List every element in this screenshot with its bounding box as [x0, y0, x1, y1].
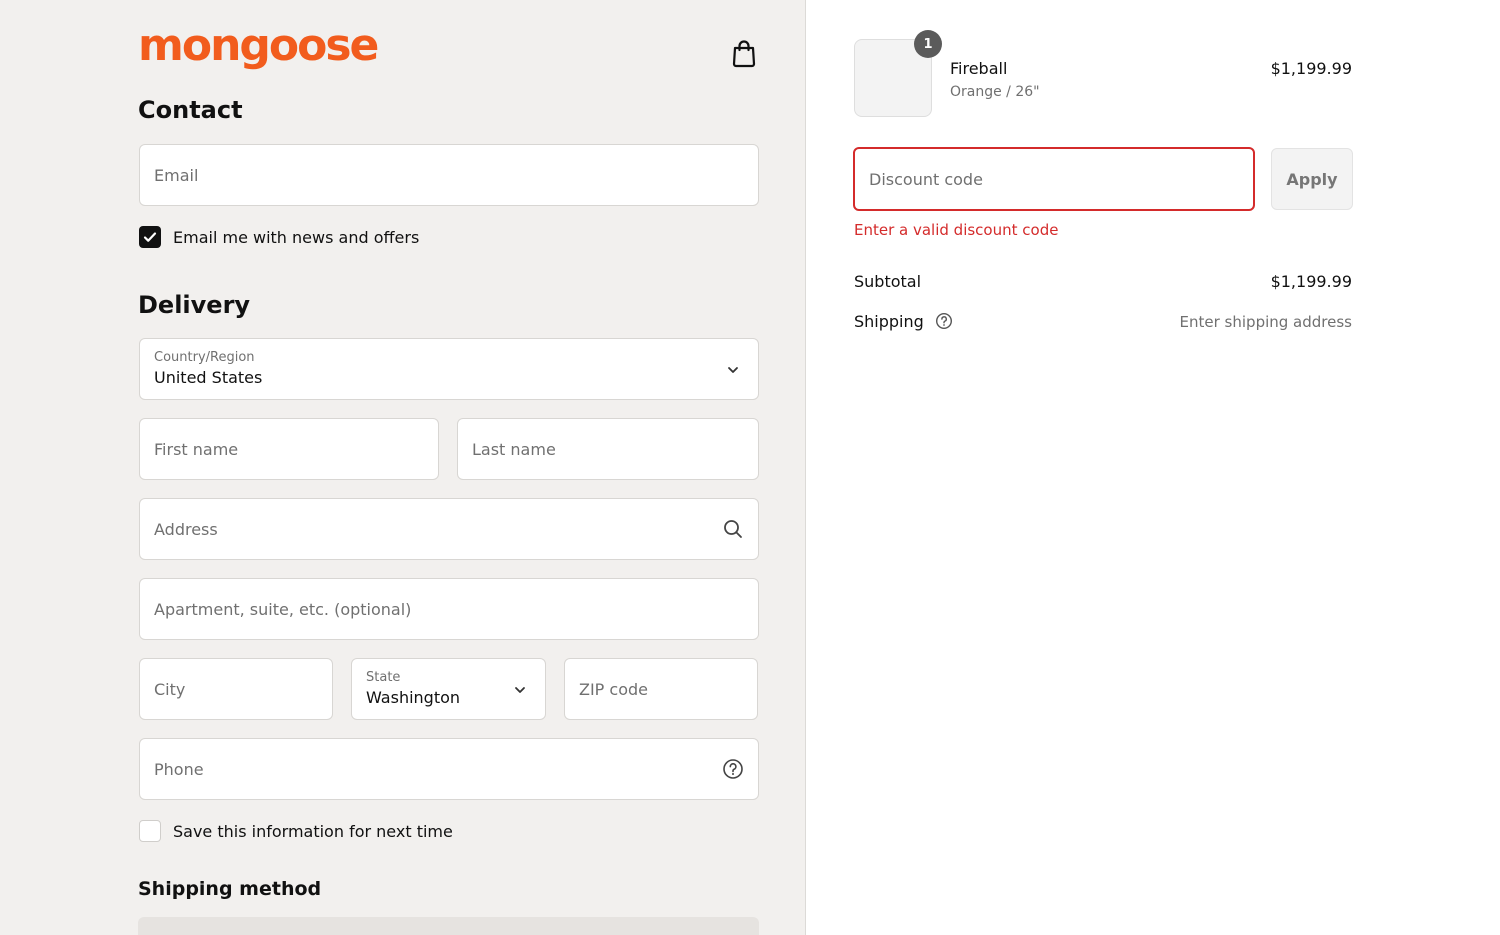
save-info-checkbox[interactable] — [139, 820, 161, 842]
chevron-down-icon — [515, 687, 525, 693]
brand-logo[interactable]: mongoose — [138, 20, 379, 71]
shipping-method-placeholder — [138, 917, 759, 935]
quantity-badge: 1 — [914, 30, 942, 58]
zip-field[interactable] — [564, 658, 758, 720]
subtotal-label: Subtotal — [854, 272, 922, 291]
first-name-input[interactable] — [140, 419, 438, 479]
delivery-heading: Delivery — [138, 291, 251, 319]
last-name-input[interactable] — [458, 419, 758, 479]
first-name-field[interactable] — [139, 418, 439, 480]
apply-discount-button[interactable]: Apply — [1271, 148, 1353, 210]
chevron-down-icon — [728, 367, 738, 373]
city-field[interactable] — [139, 658, 333, 720]
subtotal-value: $1,199.99 — [1270, 272, 1352, 291]
country-label: Country/Region — [154, 350, 255, 365]
zip-input[interactable] — [565, 659, 757, 719]
newsletter-checkbox[interactable] — [139, 226, 161, 248]
product-variant: Orange / 26" — [950, 84, 1040, 100]
country-value: United States — [154, 368, 263, 387]
email-input[interactable] — [140, 145, 758, 205]
phone-input[interactable] — [140, 739, 758, 799]
help-icon[interactable] — [722, 758, 744, 780]
address-input[interactable] — [140, 499, 758, 559]
state-value: Washington — [366, 688, 461, 707]
shipping-method-heading: Shipping method — [138, 878, 322, 900]
save-info-checkbox-row[interactable]: Save this information for next time — [139, 820, 453, 842]
save-info-label: Save this information for next time — [173, 821, 453, 841]
checkout-form-panel: mongoose Contact Email me with news and … — [0, 0, 806, 935]
shipping-label: Shipping — [854, 312, 924, 331]
last-name-field[interactable] — [457, 418, 759, 480]
state-label: State — [366, 670, 401, 685]
checkmark-icon — [143, 232, 157, 242]
product-name: Fireball — [950, 59, 1008, 78]
discount-code-input[interactable] — [855, 149, 1253, 209]
phone-field[interactable] — [139, 738, 759, 800]
shopping-bag-icon[interactable] — [730, 38, 758, 68]
product-price: $1,199.99 — [1270, 59, 1352, 78]
email-field[interactable] — [139, 144, 759, 206]
state-select[interactable]: State Washington — [351, 658, 546, 720]
apartment-input[interactable] — [140, 579, 758, 639]
shipping-value: Enter shipping address — [1179, 313, 1352, 331]
shipping-label-row: Shipping — [854, 312, 953, 331]
discount-error-message: Enter a valid discount code — [854, 221, 1059, 239]
apartment-field[interactable] — [139, 578, 759, 640]
country-select[interactable]: Country/Region United States — [139, 338, 759, 400]
order-summary-panel — [807, 0, 1500, 935]
newsletter-checkbox-row[interactable]: Email me with news and offers — [139, 226, 419, 248]
search-icon[interactable] — [722, 518, 744, 540]
contact-heading: Contact — [138, 96, 243, 124]
city-input[interactable] — [140, 659, 332, 719]
discount-code-field[interactable] — [853, 147, 1255, 211]
address-field[interactable] — [139, 498, 759, 560]
newsletter-label: Email me with news and offers — [173, 227, 420, 247]
help-icon[interactable] — [935, 312, 953, 330]
